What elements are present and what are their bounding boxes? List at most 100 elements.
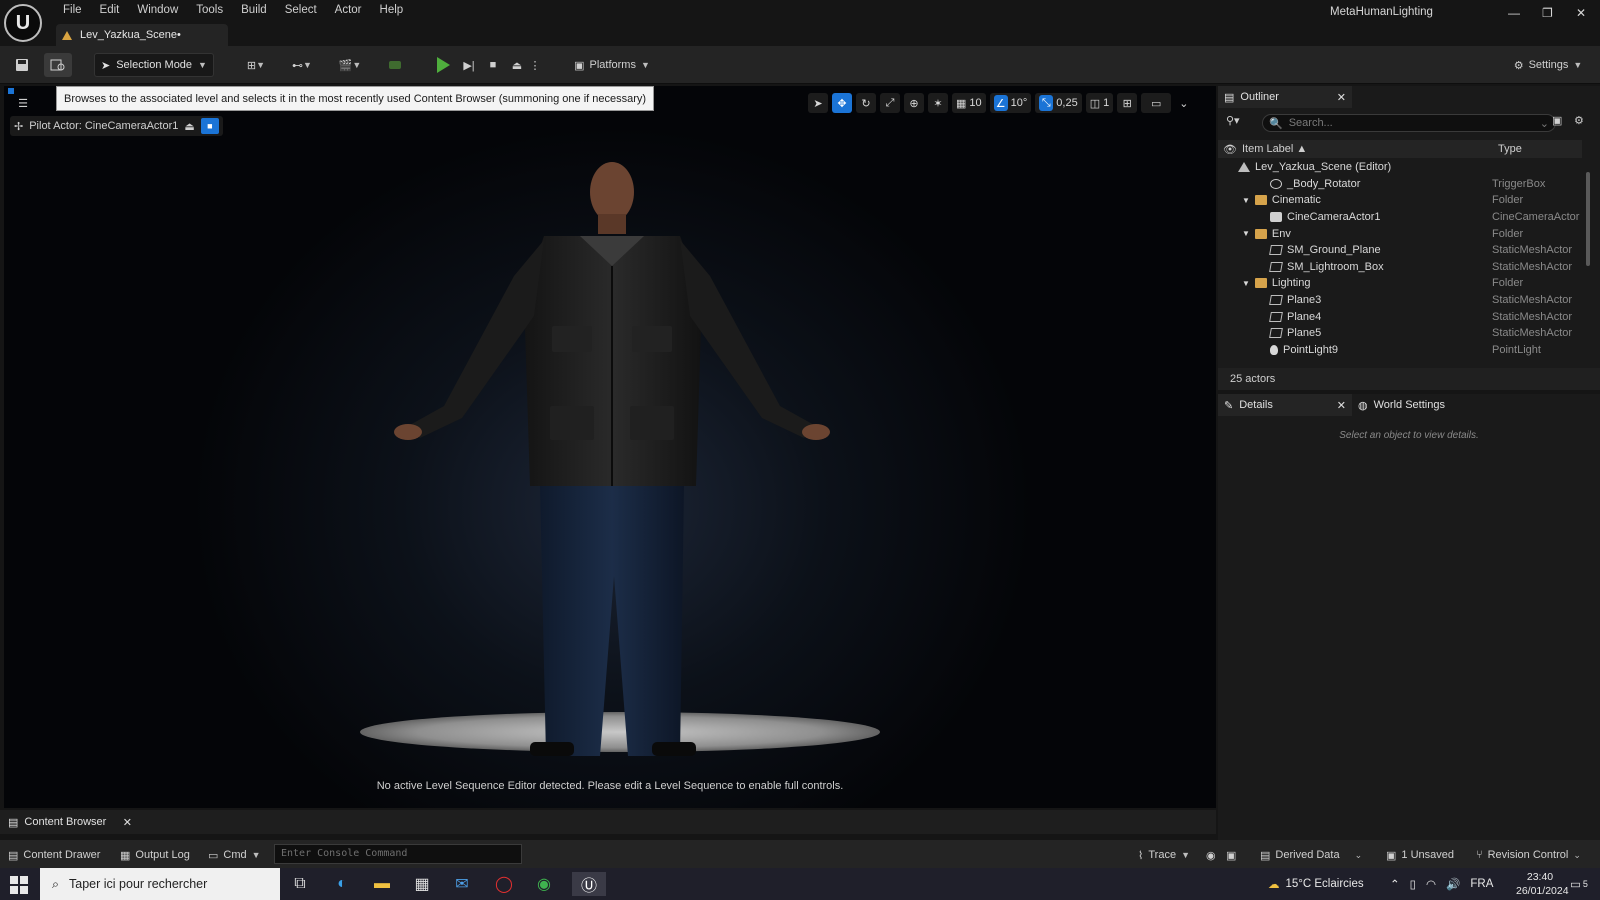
- mail-icon[interactable]: ✉: [448, 872, 476, 896]
- content-browser-tab[interactable]: ▤ Content Browser ✕: [4, 812, 132, 832]
- scale-tool-icon[interactable]: ⤢: [880, 93, 900, 113]
- notification-icon[interactable]: ▭ 5: [1570, 872, 1588, 896]
- menu-file[interactable]: File: [54, 2, 91, 18]
- camera-lock-icon[interactable]: ■: [200, 118, 219, 134]
- play-button[interactable]: [432, 53, 454, 77]
- close-tab-icon[interactable]: ✕: [1337, 91, 1346, 104]
- eject-pilot-icon[interactable]: ⏏: [184, 120, 194, 133]
- cinematics-icon[interactable]: 🎬 ▼: [334, 53, 366, 77]
- menu-build[interactable]: Build: [232, 2, 276, 18]
- more-options-icon[interactable]: ⋮: [528, 53, 542, 77]
- platforms-button[interactable]: ▣ Platforms ▼: [570, 53, 654, 77]
- world-space-icon[interactable]: ⊕: [904, 93, 924, 113]
- minimize-icon[interactable]: —: [1508, 6, 1520, 20]
- language-indicator[interactable]: FRA: [1470, 878, 1493, 890]
- unreal-taskbar-icon[interactable]: Ⓤ: [572, 872, 606, 896]
- advance-frame-icon[interactable]: ▶|: [458, 53, 480, 77]
- select-tool-icon[interactable]: ➤: [808, 93, 828, 113]
- revision-control-dropdown[interactable]: ⑂ Revision Control ⌄: [1476, 846, 1581, 864]
- edge-icon[interactable]: ◐: [328, 872, 356, 896]
- store-icon[interactable]: ▦: [408, 872, 436, 896]
- camera-speed-button[interactable]: ◫ 1: [1085, 93, 1114, 113]
- viewport-layout-icon[interactable]: ▭: [1141, 93, 1172, 113]
- rotate-tool-icon[interactable]: ↻: [856, 93, 876, 113]
- taskbar-search[interactable]: ⌕ Taper ici pour rechercher: [40, 868, 280, 900]
- outliner-tab[interactable]: ▤ Outliner ✕: [1218, 86, 1352, 108]
- expand-arrow-icon[interactable]: ▼: [1242, 279, 1250, 288]
- translate-tool-icon[interactable]: ✥: [832, 93, 852, 113]
- blueprint-icon[interactable]: ⊷ ▼: [286, 53, 318, 77]
- outliner-row[interactable]: CineCameraActor1 CineCameraActor: [1218, 209, 1582, 226]
- outliner-scrollbar[interactable]: [1586, 172, 1590, 266]
- type-column[interactable]: Type: [1492, 143, 1522, 155]
- eject-icon[interactable]: ⏏: [506, 53, 528, 77]
- trace-dropdown[interactable]: ⌇ Trace ▼: [1138, 846, 1190, 864]
- unsaved-button[interactable]: ▣ 1 Unsaved: [1386, 846, 1454, 864]
- record-icon[interactable]: ◉: [1206, 846, 1216, 864]
- stop-icon[interactable]: ■: [482, 53, 504, 77]
- weather-widget[interactable]: ☁ 15°C Eclaircies: [1268, 872, 1364, 896]
- chevron-down-icon[interactable]: ⌄: [1175, 93, 1192, 113]
- outliner-row[interactable]: ▼ Cinematic Folder: [1218, 192, 1582, 209]
- chrome-icon[interactable]: ◉: [530, 872, 558, 896]
- details-tab[interactable]: ✎ Details ✕: [1218, 394, 1352, 416]
- outliner-row[interactable]: ▼ Env Folder: [1218, 225, 1582, 242]
- outliner-row[interactable]: Plane5 StaticMeshActor: [1218, 325, 1582, 342]
- outliner-row[interactable]: Plane3 StaticMeshActor: [1218, 292, 1582, 309]
- menu-window[interactable]: Window: [128, 2, 187, 18]
- close-tab-icon[interactable]: ✕: [1337, 399, 1346, 412]
- menu-actor[interactable]: Actor: [326, 2, 371, 18]
- outliner-row[interactable]: _Body_Rotator TriggerBox: [1218, 176, 1582, 193]
- clock[interactable]: 23:40 26/01/2024: [1516, 870, 1569, 898]
- menu-help[interactable]: Help: [371, 2, 413, 18]
- content-drawer-button[interactable]: ▤ Content Drawer: [8, 846, 100, 864]
- output-log-button[interactable]: ▦ Output Log: [120, 846, 190, 864]
- restore-icon[interactable]: ❐: [1542, 6, 1553, 20]
- task-view-icon[interactable]: ⧉: [286, 872, 314, 896]
- item-label-column[interactable]: Item Label ▲: [1242, 143, 1492, 155]
- level-viewport[interactable]: ☰: [4, 86, 1216, 808]
- metahuman-character[interactable]: [384, 156, 840, 756]
- world-settings-tab[interactable]: ◍ World Settings: [1352, 394, 1492, 416]
- outliner-search-input[interactable]: 🔍 Search... ⌄: [1262, 114, 1556, 132]
- add-actor-icon[interactable]: ⊞ ▼: [240, 53, 272, 77]
- file-explorer-icon[interactable]: ▬: [368, 872, 396, 896]
- close-tab-icon[interactable]: ✕: [123, 816, 132, 829]
- menu-edit[interactable]: Edit: [91, 2, 129, 18]
- outliner-row[interactable]: Plane4 StaticMeshActor: [1218, 308, 1582, 325]
- console-input[interactable]: Enter Console Command: [274, 844, 522, 864]
- modes-icon[interactable]: [384, 53, 406, 77]
- browse-level-icon[interactable]: [44, 53, 72, 77]
- outliner-row[interactable]: SM_Ground_Plane StaticMeshActor: [1218, 242, 1582, 259]
- layout-icon[interactable]: ⊞: [1117, 93, 1138, 113]
- cmd-dropdown[interactable]: ▭ Cmd ▼: [208, 846, 261, 864]
- menu-tools[interactable]: Tools: [187, 2, 232, 18]
- add-folder-icon[interactable]: ▣: [1552, 114, 1562, 127]
- expand-arrow-icon[interactable]: ▼: [1242, 196, 1250, 205]
- save-icon[interactable]: [10, 53, 34, 77]
- chevron-up-icon[interactable]: ⌃: [1390, 877, 1400, 891]
- wifi-icon[interactable]: ◠: [1426, 877, 1436, 891]
- selection-mode-dropdown[interactable]: ➤ Selection Mode ▼: [94, 53, 214, 77]
- screenshot-icon[interactable]: ▣: [1226, 846, 1236, 864]
- unreal-logo-icon[interactable]: U: [4, 4, 42, 42]
- windows-start-icon[interactable]: [10, 876, 28, 894]
- viewport-menu-icon[interactable]: ☰: [12, 94, 34, 112]
- outliner-row[interactable]: PointLight9 PointLight: [1218, 342, 1582, 359]
- outliner-settings-icon[interactable]: ⚙: [1574, 114, 1584, 127]
- close-window-icon[interactable]: ✕: [1576, 6, 1586, 20]
- grid-snap-button[interactable]: ▦ 10: [952, 93, 986, 113]
- rotation-snap-button[interactable]: ∠ 10°: [989, 93, 1032, 113]
- opera-icon[interactable]: ◯: [490, 872, 518, 896]
- surface-snap-icon[interactable]: ✶: [928, 93, 948, 113]
- volume-icon[interactable]: 🔊: [1446, 877, 1460, 891]
- outliner-row[interactable]: Lev_Yazkua_Scene (Editor): [1218, 159, 1582, 176]
- scale-snap-button[interactable]: ⤡ 0,25: [1035, 93, 1082, 113]
- outliner-row[interactable]: SM_Lightroom_Box StaticMeshActor: [1218, 259, 1582, 276]
- derived-data-dropdown[interactable]: ▤ Derived Data ⌄: [1260, 846, 1362, 864]
- settings-button[interactable]: ⚙ Settings ▼: [1508, 53, 1588, 77]
- expand-arrow-icon[interactable]: ▼: [1242, 229, 1250, 238]
- device-icon[interactable]: ▯: [1410, 877, 1416, 891]
- level-document-tab[interactable]: Lev_Yazkua_Scene•: [56, 24, 228, 46]
- filter-icon[interactable]: ⚲▾: [1226, 114, 1240, 127]
